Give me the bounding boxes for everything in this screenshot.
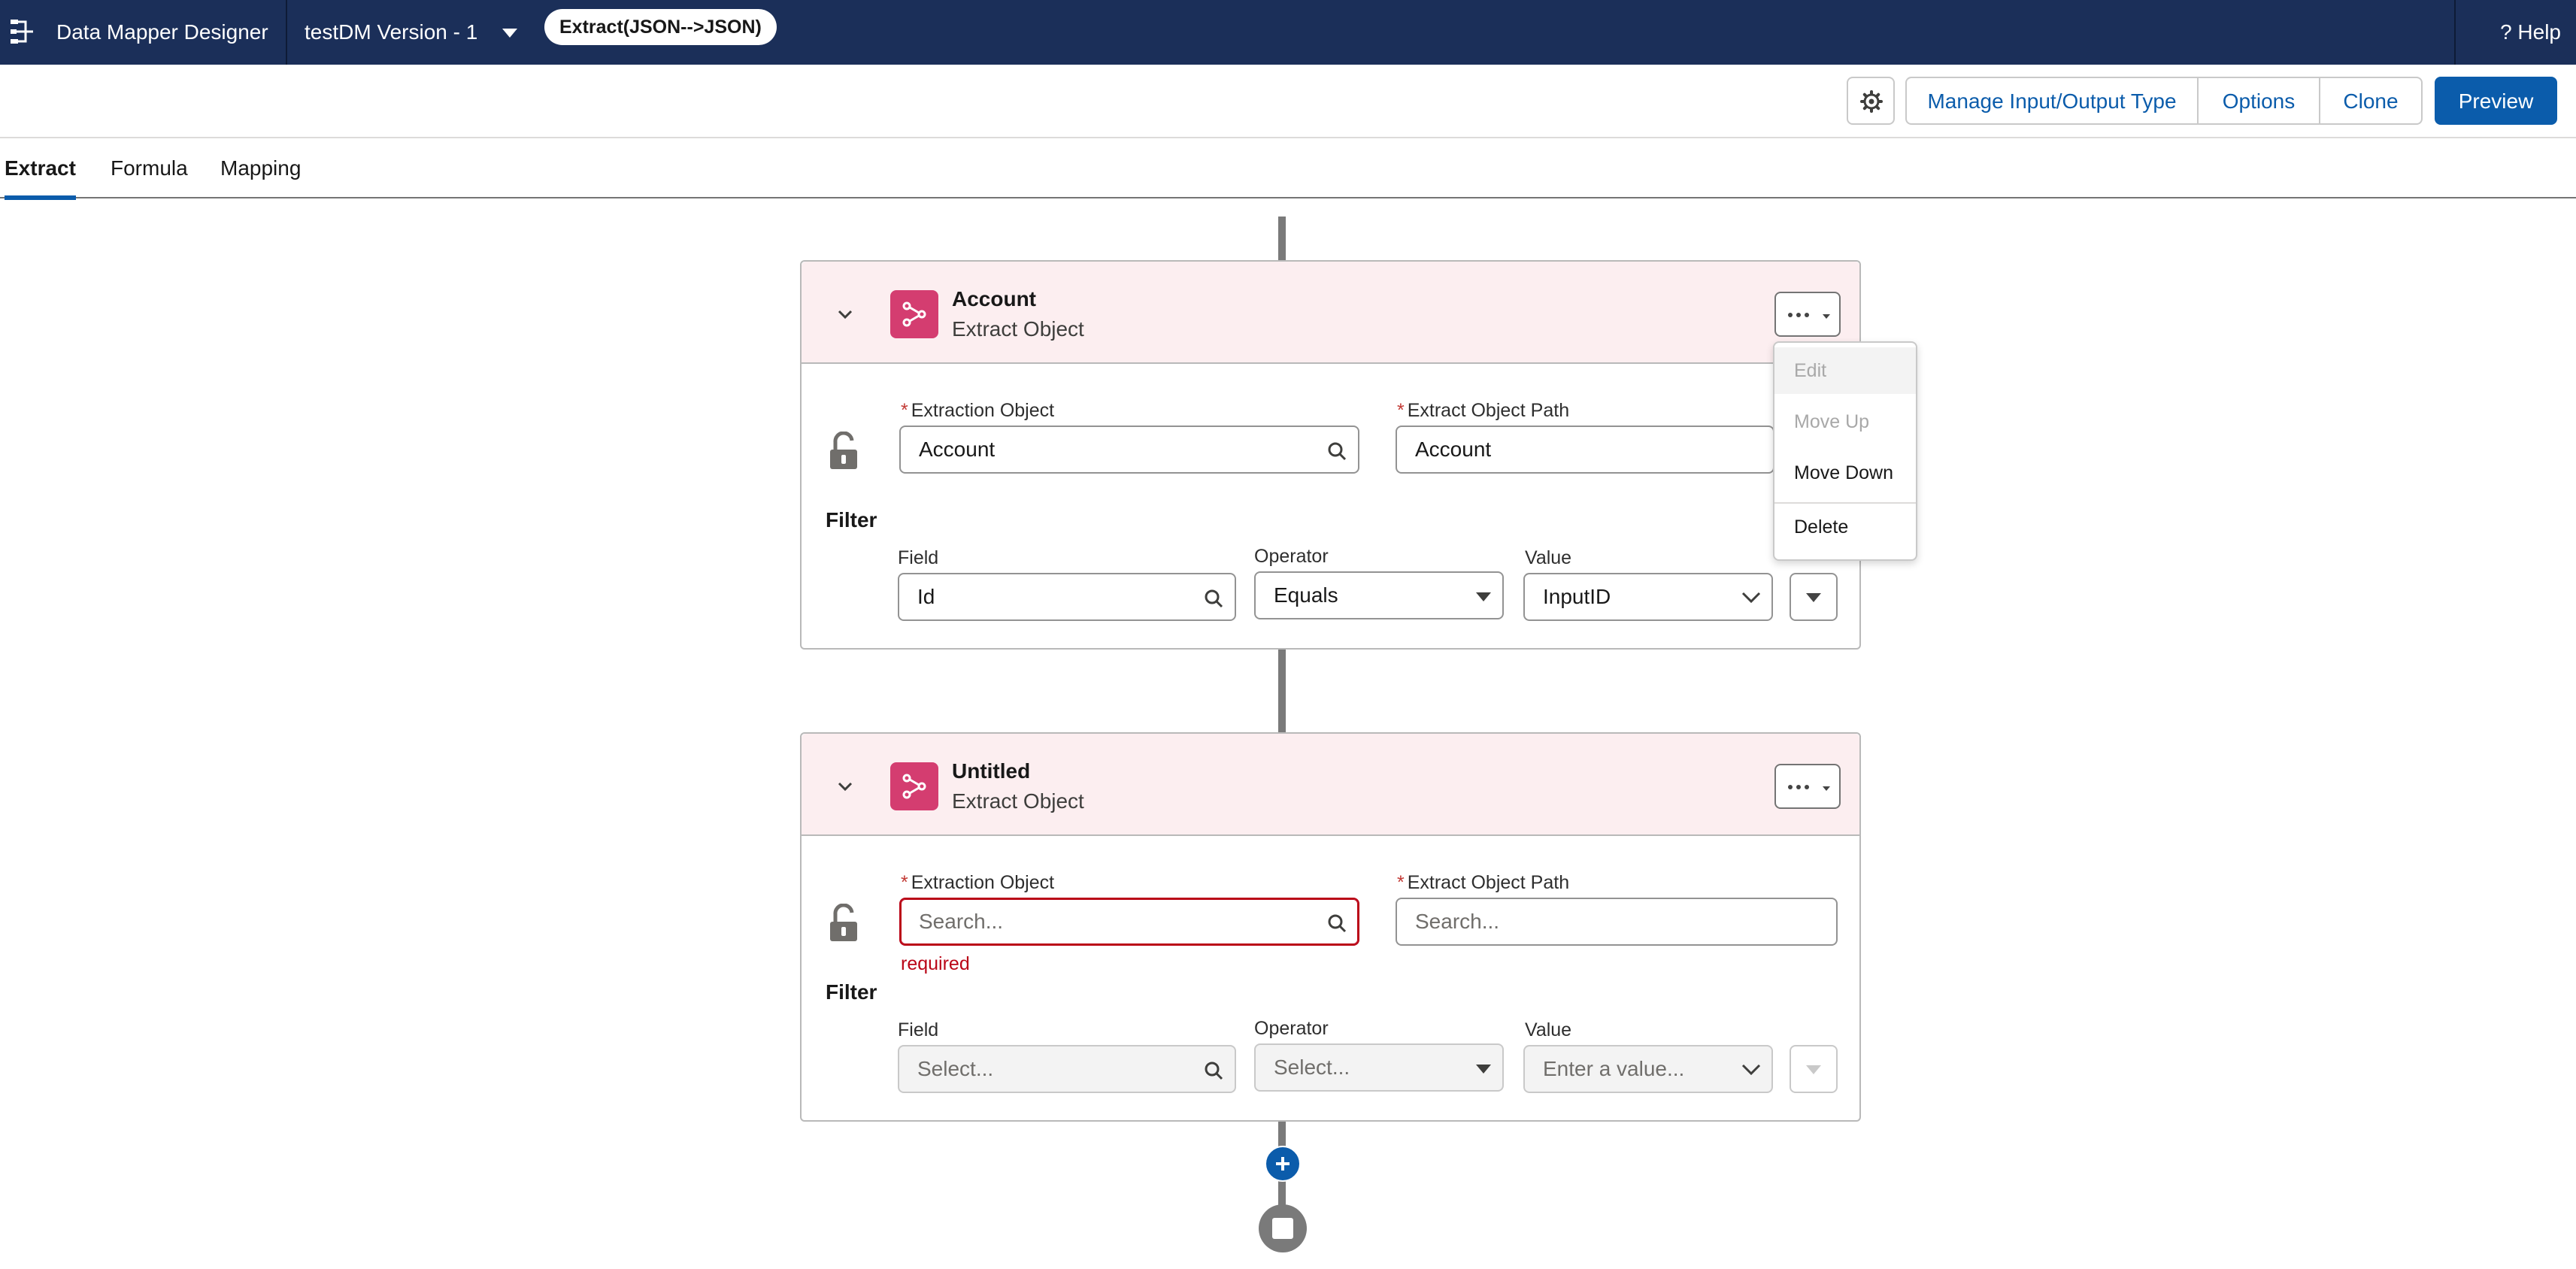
filter-title: Filter bbox=[826, 508, 877, 532]
gear-icon bbox=[1860, 90, 1883, 113]
unlock-icon[interactable] bbox=[829, 432, 859, 471]
top-bar: Data Mapper Designer testDM Version - 1 … bbox=[0, 0, 2576, 65]
caret-down-icon[interactable] bbox=[499, 23, 520, 44]
help-link[interactable]: ? Help bbox=[2500, 0, 2561, 65]
field-label: Field bbox=[898, 547, 939, 568]
extraction-object-input[interactable]: Account bbox=[899, 426, 1359, 474]
end-node bbox=[1259, 1204, 1307, 1252]
operator-label: Operator bbox=[1254, 546, 1329, 567]
extract-object-path-input[interactable]: Account bbox=[1396, 426, 1774, 474]
tab-mapping[interactable]: Mapping bbox=[220, 138, 301, 198]
more-actions-button[interactable] bbox=[1774, 292, 1841, 337]
chevron-down-icon[interactable] bbox=[832, 773, 859, 800]
menu-item-edit[interactable]: Edit bbox=[1774, 347, 1916, 394]
search-icon bbox=[1328, 442, 1347, 461]
error-message: required bbox=[901, 953, 970, 974]
card-subtitle: Extract Object bbox=[952, 789, 1084, 813]
caret-down-icon bbox=[1823, 314, 1830, 319]
more-actions-button[interactable] bbox=[1774, 764, 1841, 809]
extract-object-icon bbox=[890, 762, 938, 810]
caret-down-icon bbox=[1806, 1065, 1821, 1074]
filter-field-input[interactable]: Select... bbox=[898, 1045, 1236, 1093]
filter-options-button[interactable] bbox=[1790, 1045, 1838, 1093]
manage-io-type-button[interactable]: Manage Input/Output Type bbox=[1905, 77, 2199, 125]
chevron-down-icon bbox=[1741, 592, 1761, 604]
search-icon bbox=[1328, 914, 1347, 933]
chevron-down-icon bbox=[1741, 1064, 1761, 1076]
field-label: Field bbox=[898, 1019, 939, 1040]
tab-bar: Extract Formula Mapping bbox=[0, 138, 2576, 200]
value-label: Value bbox=[1525, 547, 1572, 568]
extract-object-path-label: * Extract Object Path bbox=[1397, 872, 1570, 893]
extract-card-untitled: Untitled Extract Object * Extraction Obje… bbox=[800, 732, 1861, 1122]
divider bbox=[2454, 0, 2456, 65]
search-icon bbox=[1205, 589, 1223, 608]
extract-object-path-input[interactable]: Search... bbox=[1396, 898, 1838, 946]
tab-extract[interactable]: Extract bbox=[5, 138, 76, 200]
search-icon bbox=[1205, 1062, 1223, 1080]
card-subtitle: Extract Object bbox=[952, 317, 1084, 341]
extract-object-path-label: * Extract Object Path bbox=[1397, 400, 1570, 421]
flow-connector bbox=[1278, 650, 1286, 734]
menu-item-delete[interactable]: Delete bbox=[1774, 504, 1916, 550]
more-icon bbox=[1788, 313, 1813, 317]
extraction-object-label: * Extraction Object bbox=[901, 400, 1055, 421]
extraction-object-input[interactable]: Search... bbox=[899, 898, 1359, 946]
preview-button[interactable]: Preview bbox=[2435, 77, 2557, 125]
operator-label: Operator bbox=[1254, 1018, 1329, 1039]
operator-select[interactable]: Equals bbox=[1254, 571, 1504, 619]
data-mapper-icon[interactable] bbox=[8, 17, 38, 47]
settings-button[interactable] bbox=[1847, 77, 1895, 125]
operator-select[interactable]: Select... bbox=[1254, 1043, 1504, 1092]
filter-options-button[interactable] bbox=[1790, 573, 1838, 621]
caret-down-icon bbox=[1476, 1065, 1491, 1074]
menu-item-move-up[interactable]: Move Up bbox=[1774, 398, 1916, 445]
filter-field-input[interactable]: Id bbox=[898, 573, 1236, 621]
options-button[interactable]: Options bbox=[2197, 77, 2320, 125]
caret-down-icon bbox=[1806, 593, 1821, 602]
extract-card-account: Account Extract Object * Extraction Objec… bbox=[800, 260, 1861, 650]
card-actions-menu: Edit Move Up Move Down Delete bbox=[1773, 341, 1917, 561]
more-icon bbox=[1788, 785, 1813, 789]
flow-connector bbox=[1278, 217, 1286, 260]
extraction-object-label: * Extraction Object bbox=[901, 872, 1055, 893]
caret-down-icon bbox=[1823, 786, 1830, 791]
chevron-down-icon[interactable] bbox=[832, 301, 859, 328]
clone-button[interactable]: Clone bbox=[2319, 77, 2423, 125]
app-title: Data Mapper Designer bbox=[56, 20, 268, 44]
card-title: Untitled bbox=[952, 759, 1031, 783]
card-header: Account Extract Object bbox=[802, 262, 1859, 364]
add-icon bbox=[1276, 1157, 1290, 1171]
card-header: Untitled Extract Object bbox=[802, 734, 1859, 836]
value-combobox[interactable]: Enter a value... bbox=[1523, 1045, 1773, 1093]
stop-icon bbox=[1272, 1218, 1293, 1239]
card-title: Account bbox=[952, 287, 1036, 310]
toolbar: Manage Input/Output Type Options Clone P… bbox=[0, 65, 2576, 138]
divider bbox=[286, 0, 287, 65]
extract-object-icon bbox=[890, 290, 938, 338]
filter-title: Filter bbox=[826, 980, 877, 1004]
menu-item-move-down[interactable]: Move Down bbox=[1774, 450, 1916, 496]
value-label: Value bbox=[1525, 1019, 1572, 1040]
caret-down-icon bbox=[1476, 592, 1491, 601]
tab-formula[interactable]: Formula bbox=[111, 138, 188, 198]
version-selector[interactable]: testDM Version - 1 bbox=[305, 0, 477, 65]
mapper-type-badge: Extract(JSON-->JSON) bbox=[544, 9, 777, 45]
unlock-icon[interactable] bbox=[829, 904, 859, 943]
value-combobox[interactable]: InputID bbox=[1523, 573, 1773, 621]
add-step-button[interactable] bbox=[1265, 1146, 1301, 1182]
